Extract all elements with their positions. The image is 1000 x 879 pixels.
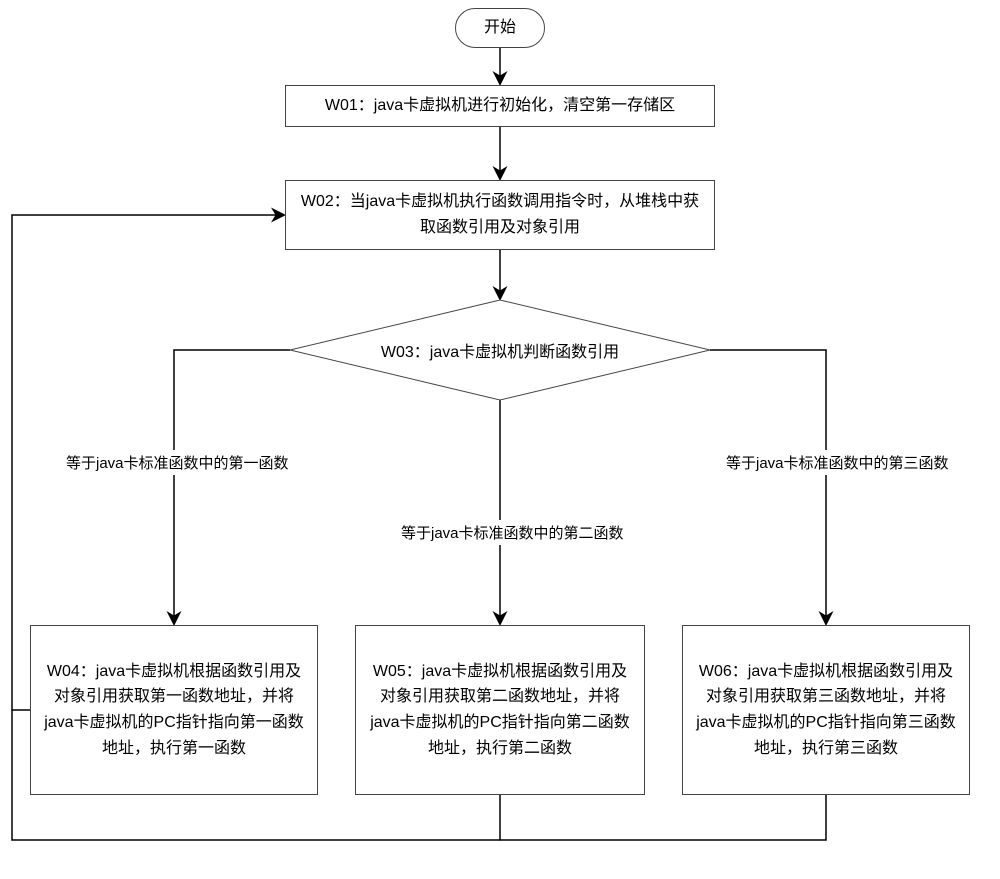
branch-label-left: 等于java卡标准函数中的第一函数 [60,450,295,475]
decision-w03: W03：java卡虚拟机判断函数引用 [290,300,710,400]
step-w02: W02：当java卡虚拟机执行函数调用指令时，从堆栈中获取函数引用及对象引用 [285,180,715,250]
step-w04-text: W04：java卡虚拟机根据函数引用及对象引用获取第一函数地址，并将java卡虚… [43,659,305,761]
step-w01-text: W01：java卡虚拟机进行初始化，清空第一存储区 [325,93,675,119]
branch-right-text: 等于java卡标准函数中的第三函数 [726,455,949,472]
start-label: 开始 [484,15,516,41]
branch-label-mid: 等于java卡标准函数中的第二函数 [395,520,630,545]
step-w05-text: W05：java卡虚拟机根据函数引用及对象引用获取第二函数地址，并将java卡虚… [368,659,632,761]
start-node: 开始 [455,8,545,48]
step-w05: W05：java卡虚拟机根据函数引用及对象引用获取第二函数地址，并将java卡虚… [355,625,645,795]
step-w04: W04：java卡虚拟机根据函数引用及对象引用获取第一函数地址，并将java卡虚… [30,625,318,795]
branch-mid-text: 等于java卡标准函数中的第二函数 [401,525,624,542]
step-w06: W06：java卡虚拟机根据函数引用及对象引用获取第三函数地址，并将java卡虚… [682,625,970,795]
decision-w03-text: W03：java卡虚拟机判断函数引用 [381,338,619,362]
step-w06-text: W06：java卡虚拟机根据函数引用及对象引用获取第三函数地址，并将java卡虚… [695,659,957,761]
step-w02-text: W02：当java卡虚拟机执行函数调用指令时，从堆栈中获取函数引用及对象引用 [298,189,702,240]
branch-label-right: 等于java卡标准函数中的第三函数 [720,450,955,475]
step-w01: W01：java卡虚拟机进行初始化，清空第一存储区 [285,85,715,127]
branch-left-text: 等于java卡标准函数中的第一函数 [66,455,289,472]
